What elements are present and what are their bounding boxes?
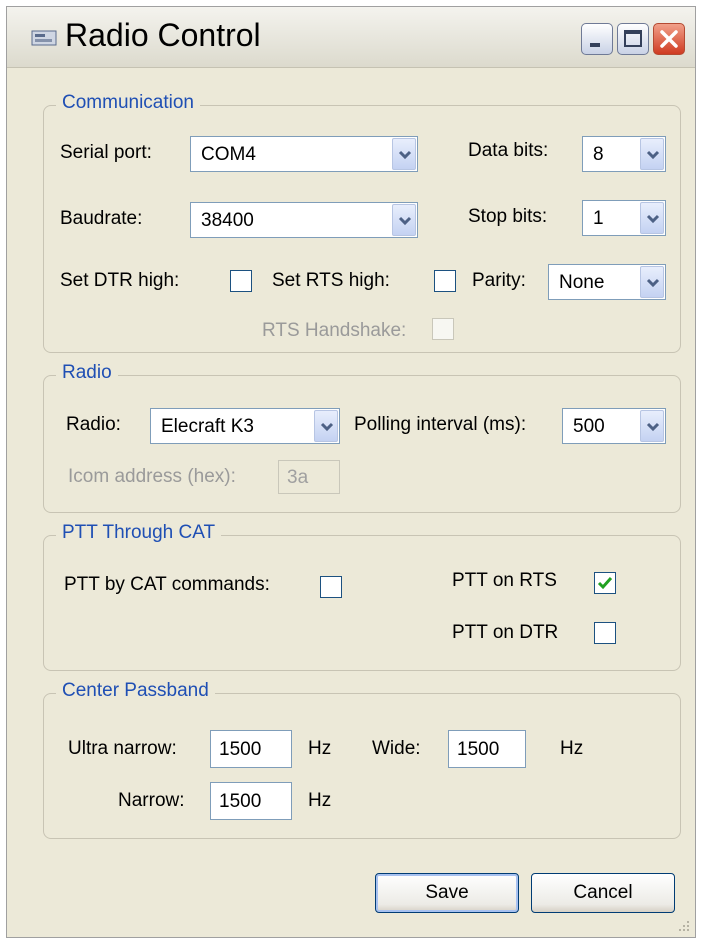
radio-select[interactable]: Elecraft K3	[150, 408, 340, 444]
stop-bits-dropdown-button[interactable]	[640, 202, 664, 234]
wide-input[interactable]: 1500	[448, 730, 526, 768]
ptt-on-dtr-checkbox[interactable]	[594, 622, 616, 644]
radio-value: Elecraft K3	[161, 416, 254, 437]
parity-dropdown-button[interactable]	[640, 266, 664, 298]
baudrate-value: 38400	[201, 210, 254, 231]
minimize-button[interactable]	[581, 23, 613, 55]
set-dtr-checkbox[interactable]	[230, 270, 252, 292]
chevron-down-icon	[646, 422, 660, 432]
set-dtr-label: Set DTR high:	[60, 270, 180, 291]
resize-grip-icon[interactable]	[677, 919, 691, 933]
polling-interval-dropdown-button[interactable]	[640, 410, 664, 442]
close-icon	[660, 30, 678, 48]
minimize-icon	[590, 43, 600, 47]
serial-port-value: COM4	[201, 144, 256, 165]
data-bits-value: 8	[593, 144, 604, 165]
stop-bits-label: Stop bits:	[468, 206, 548, 227]
baudrate-select[interactable]: 38400	[190, 202, 418, 238]
ultra-narrow-unit: Hz	[308, 738, 332, 759]
narrow-unit: Hz	[308, 790, 332, 811]
icom-address-value: 3a	[287, 467, 309, 488]
rts-handshake-label: RTS Handshake:	[262, 320, 407, 341]
parity-value: None	[559, 272, 605, 293]
narrow-label: Narrow:	[118, 790, 185, 811]
maximize-button[interactable]	[617, 23, 649, 55]
chevron-down-icon	[320, 422, 334, 432]
data-bits-dropdown-button[interactable]	[640, 138, 664, 170]
close-button[interactable]	[653, 23, 685, 55]
chevron-down-icon	[646, 214, 660, 224]
parity-select[interactable]: None	[548, 264, 666, 300]
wide-label: Wide:	[372, 738, 421, 759]
window-app-icon	[31, 30, 57, 46]
chevron-down-icon	[646, 278, 660, 288]
polling-interval-label: Polling interval (ms):	[354, 414, 527, 435]
chevron-down-icon	[398, 216, 412, 226]
save-button[interactable]: Save	[375, 873, 519, 913]
ptt-group: PTT Through CAT PTT by CAT commands: PTT…	[43, 522, 681, 671]
communication-group: Communication Serial port: COM4 Data bit…	[43, 92, 681, 353]
set-rts-label: Set RTS high:	[272, 270, 390, 291]
window-title: Radio Control	[65, 17, 261, 53]
cancel-button[interactable]: Cancel	[531, 873, 675, 913]
center-passband-legend: Center Passband	[56, 680, 215, 702]
maximize-icon	[624, 30, 642, 47]
rts-handshake-checkbox	[432, 318, 454, 340]
radio-label: Radio:	[66, 414, 121, 435]
ptt-on-rts-checkbox[interactable]	[594, 572, 616, 594]
communication-legend: Communication	[56, 92, 200, 114]
stop-bits-select[interactable]: 1	[582, 200, 666, 236]
chevron-down-icon	[646, 150, 660, 160]
serial-port-select[interactable]: COM4	[190, 136, 418, 172]
polling-interval-select[interactable]: 500	[562, 408, 666, 444]
set-rts-checkbox[interactable]	[434, 270, 456, 292]
parity-label: Parity:	[472, 270, 526, 291]
polling-interval-value: 500	[573, 416, 605, 437]
radio-legend: Radio	[56, 362, 118, 384]
wide-value: 1500	[457, 739, 500, 760]
radio-group: Radio Radio: Elecraft K3 Polling interva…	[43, 362, 681, 513]
ptt-on-rts-label: PTT on RTS	[452, 570, 557, 591]
ultra-narrow-value: 1500	[219, 739, 262, 760]
ptt-on-dtr-label: PTT on DTR	[452, 622, 559, 643]
title-bar[interactable]: Radio Control	[7, 7, 695, 68]
stop-bits-value: 1	[593, 208, 604, 229]
data-bits-select[interactable]: 8	[582, 136, 666, 172]
ptt-cat-commands-checkbox[interactable]	[320, 576, 342, 598]
ultra-narrow-input[interactable]: 1500	[210, 730, 292, 768]
serial-port-label: Serial port:	[60, 142, 152, 163]
chevron-down-icon	[398, 150, 412, 160]
center-passband-group: Center Passband Ultra narrow: 1500 Hz Wi…	[43, 680, 681, 839]
radio-dropdown-button[interactable]	[314, 410, 338, 442]
data-bits-label: Data bits:	[468, 140, 549, 161]
baudrate-label: Baudrate:	[60, 208, 143, 229]
icom-address-input: 3a	[278, 460, 340, 494]
ptt-cat-commands-label: PTT by CAT commands:	[64, 574, 270, 595]
narrow-input[interactable]: 1500	[210, 782, 292, 820]
narrow-value: 1500	[219, 791, 262, 812]
radio-control-window: Radio Control Communication Serial port:…	[6, 6, 696, 938]
ptt-legend: PTT Through CAT	[56, 522, 222, 544]
serial-port-dropdown-button[interactable]	[392, 138, 416, 170]
ultra-narrow-label: Ultra narrow:	[68, 738, 177, 759]
baudrate-dropdown-button[interactable]	[392, 204, 416, 236]
icom-address-label: Icom address (hex):	[68, 466, 236, 487]
check-mark-icon	[597, 577, 613, 590]
wide-unit: Hz	[560, 738, 584, 759]
